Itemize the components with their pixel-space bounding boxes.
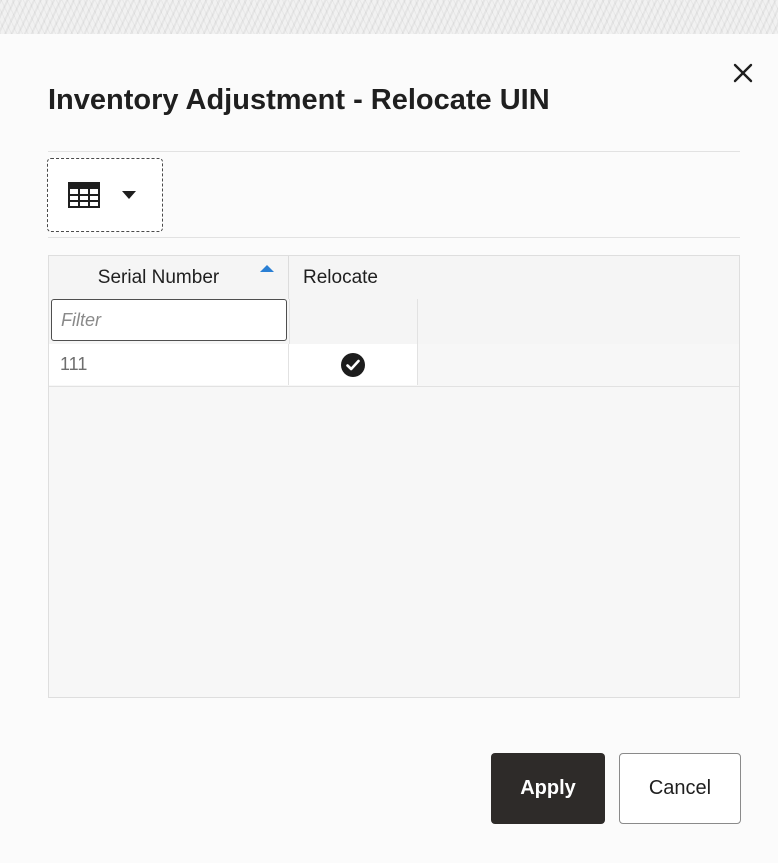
relocate-filter-cell — [289, 299, 418, 344]
column-header-label: Serial Number — [97, 266, 220, 288]
table-grid-icon — [68, 182, 100, 208]
background-texture — [0, 0, 778, 34]
apply-button[interactable]: Apply — [491, 753, 605, 824]
table-row[interactable]: 111 — [49, 344, 739, 387]
dialog-title: Inventory Adjustment - Relocate UIN — [48, 84, 550, 116]
relocate-cell — [289, 344, 418, 385]
sort-ascending-icon[interactable] — [260, 265, 274, 272]
close-icon — [733, 63, 753, 83]
divider — [48, 237, 740, 238]
serial-number-table: Serial Number Relocate 111 — [48, 255, 740, 698]
column-header-label: Relocate — [303, 266, 378, 288]
filter-row — [49, 299, 739, 345]
column-header-relocate[interactable]: Relocate — [289, 256, 419, 299]
cancel-button[interactable]: Cancel — [619, 753, 741, 824]
serial-number-cell: 111 — [49, 344, 289, 385]
serial-number-filter-input[interactable] — [51, 299, 287, 341]
table-header-row: Serial Number Relocate — [49, 256, 739, 300]
checkmark-circle-icon — [341, 352, 365, 377]
view-menu-button[interactable] — [47, 158, 163, 232]
column-header-serial-number[interactable]: Serial Number — [49, 256, 289, 299]
relocate-uin-dialog: Inventory Adjustment - Relocate UIN Seri… — [0, 34, 778, 863]
close-button[interactable] — [728, 58, 758, 88]
divider — [48, 151, 740, 152]
caret-down-icon — [122, 191, 136, 199]
